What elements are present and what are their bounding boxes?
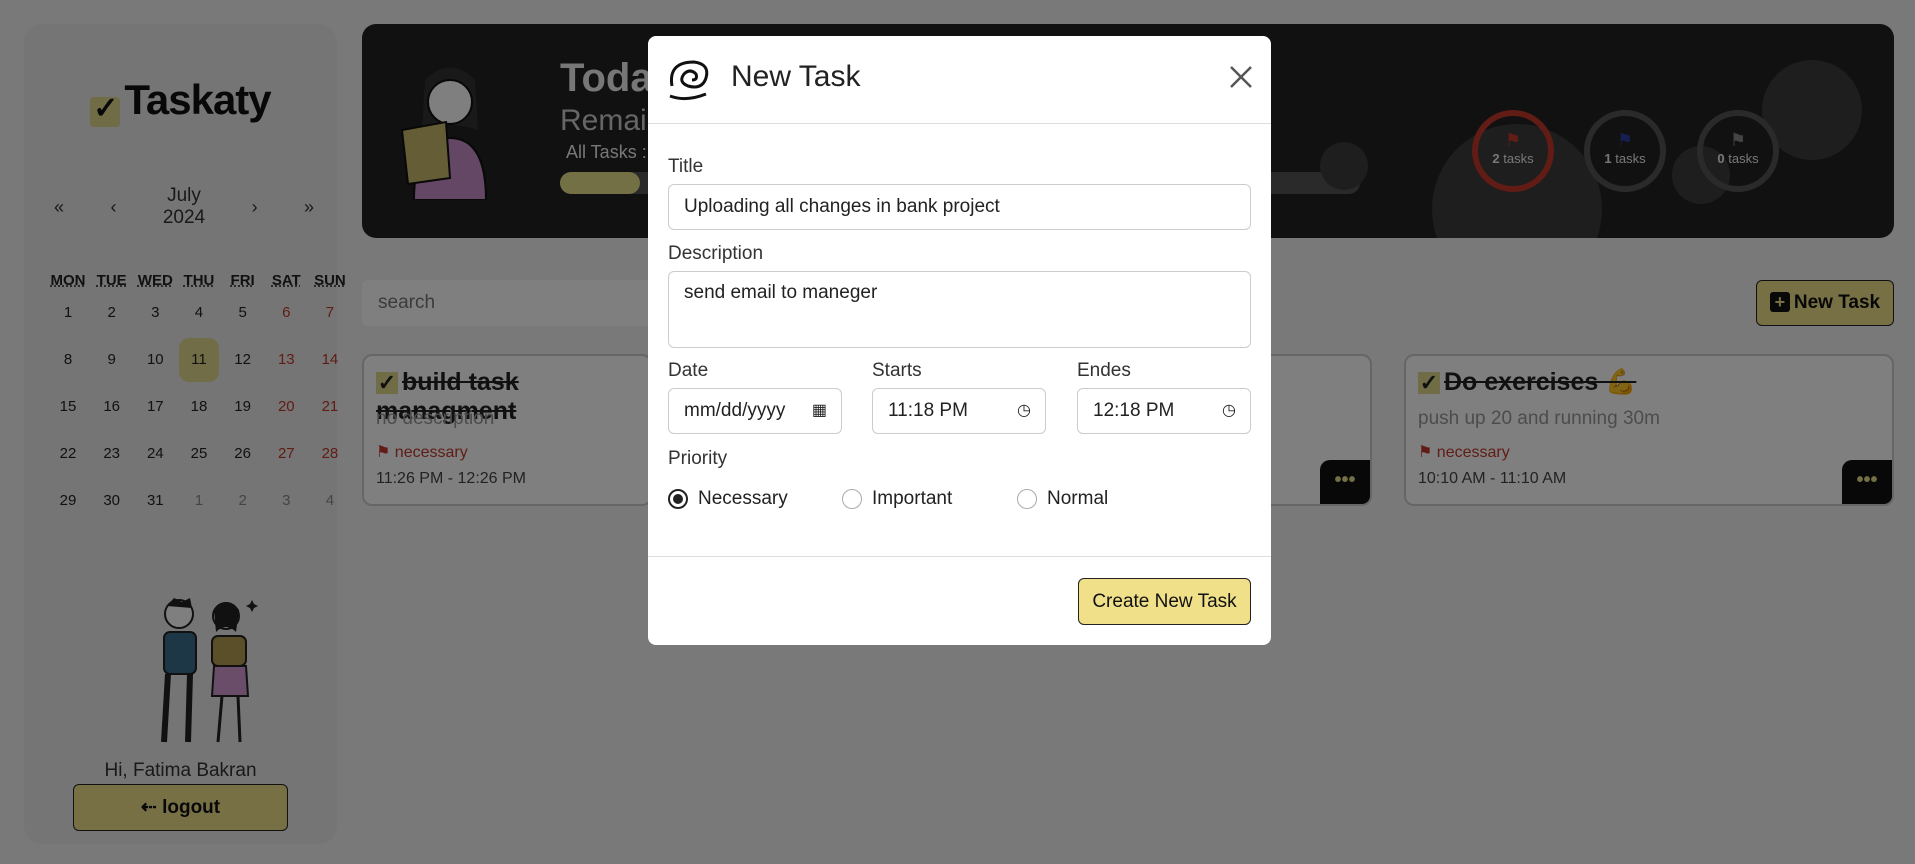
modal-footer-divider	[648, 556, 1271, 557]
priority-radio-necessary[interactable]: Necessary	[668, 488, 788, 510]
start-time-input[interactable]: 11:18 PM ◷	[872, 388, 1046, 434]
swirl-logo-icon	[669, 60, 709, 101]
end-time-input[interactable]: 12:18 PM ◷	[1077, 388, 1251, 434]
description-textarea[interactable]: send email to maneger	[668, 271, 1251, 348]
title-label: Title	[668, 156, 704, 177]
radio-circle[interactable]	[668, 489, 688, 509]
close-icon[interactable]	[1226, 62, 1256, 92]
description-label: Description	[668, 243, 764, 264]
priority-radio-important[interactable]: Important	[842, 488, 952, 510]
radio-circle[interactable]	[1017, 489, 1037, 509]
priority-radio-normal[interactable]: Normal	[1017, 488, 1108, 510]
new-task-modal: New Task Title Uploading all changes in …	[648, 36, 1271, 645]
modal-title: New Task	[731, 60, 861, 93]
priority-label: Priority	[668, 448, 728, 469]
clock-icon[interactable]: ◷	[1017, 389, 1031, 433]
create-task-button[interactable]: Create New Task	[1078, 578, 1251, 625]
starts-label: Starts	[872, 360, 922, 381]
date-label: Date	[668, 360, 709, 381]
calendar-icon[interactable]: ▦	[812, 389, 827, 433]
radio-circle[interactable]	[842, 489, 862, 509]
modal-header: New Task	[648, 36, 1271, 124]
title-input[interactable]: Uploading all changes in bank project	[668, 184, 1251, 230]
ends-label: Endes	[1077, 360, 1131, 381]
clock-icon[interactable]: ◷	[1222, 389, 1236, 433]
date-input[interactable]: mm/dd/yyyy ▦	[668, 388, 842, 434]
